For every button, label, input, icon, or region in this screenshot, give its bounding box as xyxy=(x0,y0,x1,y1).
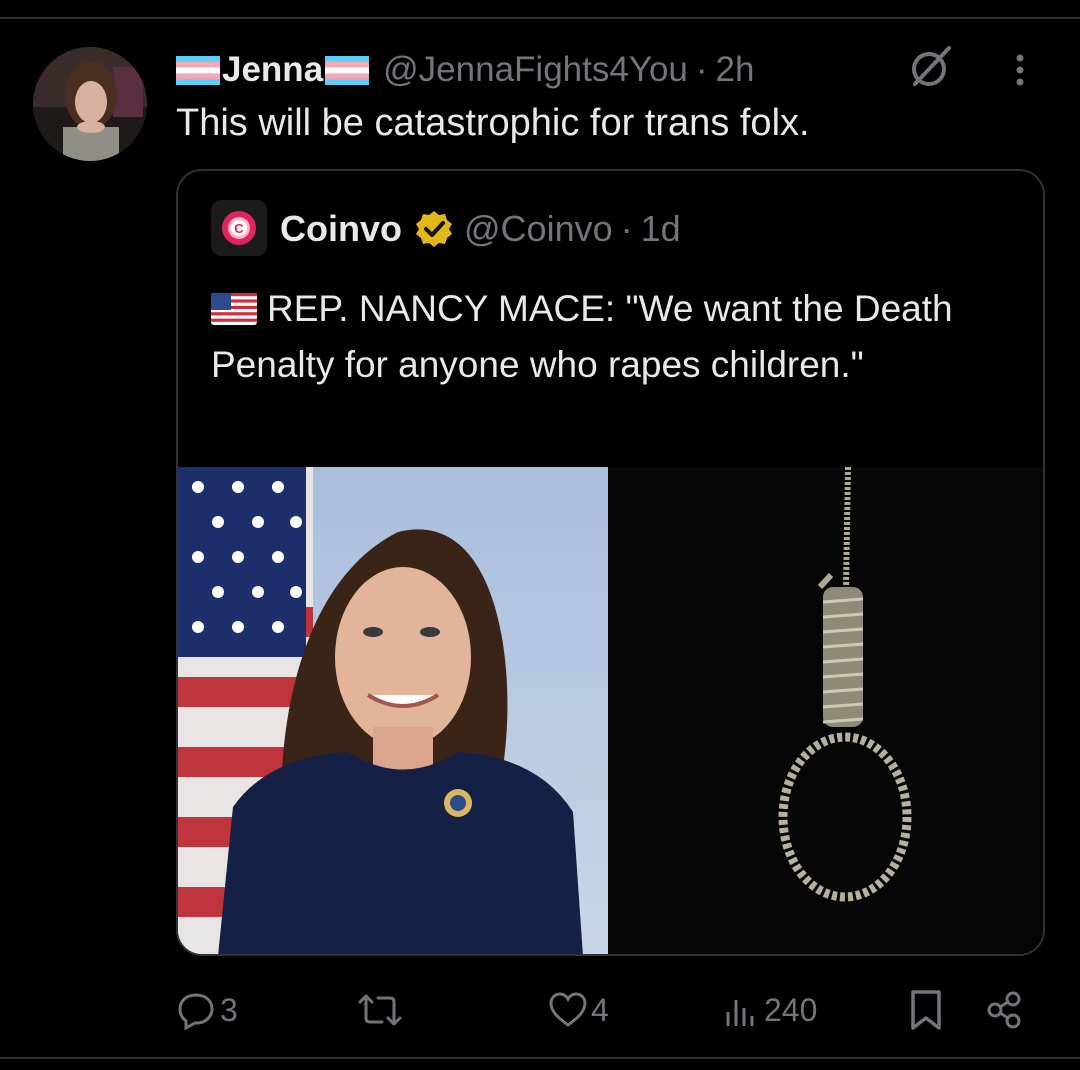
avatar-photo xyxy=(33,47,147,161)
like-count: 4 xyxy=(591,991,609,1028)
share-button[interactable] xyxy=(985,980,1025,1040)
bookmark-icon xyxy=(911,990,941,1030)
quoted-author-name[interactable]: Coinvo xyxy=(280,208,402,250)
author-handle[interactable]: @JennaFights4You xyxy=(383,50,688,90)
trans-flag-icon xyxy=(176,55,220,85)
tweet-header: Jenna @JennaFights4You · 2h xyxy=(176,46,754,94)
like-button[interactable]: 4 xyxy=(547,980,609,1040)
quoted-author-handle[interactable]: @Coinvo xyxy=(464,208,613,250)
timestamp[interactable]: 2h xyxy=(716,50,755,90)
quoted-tweet-text: REP. NANCY MACE: "We want the Death Pena… xyxy=(211,288,953,385)
author-name[interactable]: Jenna xyxy=(222,50,323,90)
bookmark-button[interactable] xyxy=(908,980,944,1040)
tweet-text: This will be catastrophic for trans folx… xyxy=(176,102,810,144)
tweet-actions-bar: 3 4 240 xyxy=(0,980,1080,1040)
quoted-tweet-text-block: REP. NANCY MACE: "We want the Death Pena… xyxy=(211,281,1011,393)
quoted-timestamp[interactable]: 1d xyxy=(641,208,681,250)
bottom-divider xyxy=(0,1057,1080,1059)
grok-icon[interactable] xyxy=(905,42,955,92)
share-icon xyxy=(987,991,1021,1029)
trans-flag-icon xyxy=(325,55,370,85)
portrait-image[interactable] xyxy=(178,467,608,954)
author-avatar[interactable] xyxy=(33,47,147,161)
views-button[interactable]: 240 xyxy=(722,980,817,1040)
coinvo-logo-icon: C xyxy=(211,200,267,256)
portrait-photo xyxy=(178,467,608,954)
svg-text:C: C xyxy=(234,221,244,236)
quoted-tweet-card[interactable]: C Coinvo @Coinvo · 1d REP. NANCY MACE: "… xyxy=(176,169,1045,956)
views-icon xyxy=(726,1000,754,1026)
reply-button[interactable]: 3 xyxy=(176,980,238,1040)
separator-dot: · xyxy=(620,208,633,249)
repost-icon xyxy=(358,994,402,1026)
view-count: 240 xyxy=(764,991,818,1028)
quoted-author-avatar[interactable]: C xyxy=(211,200,267,256)
reply-count: 3 xyxy=(220,991,238,1028)
reply-icon xyxy=(178,993,214,1030)
top-divider xyxy=(0,17,1080,19)
repost-button[interactable] xyxy=(356,980,404,1040)
more-options-icon[interactable] xyxy=(1005,50,1035,90)
verified-badge-icon xyxy=(416,211,452,247)
quoted-tweet-header: Coinvo @Coinvo · 1d xyxy=(280,204,681,254)
heart-icon xyxy=(549,992,587,1027)
noose-photo xyxy=(608,467,1043,954)
separator-dot: · xyxy=(695,50,708,89)
noose-image[interactable] xyxy=(608,467,1043,954)
us-flag-icon xyxy=(211,293,257,325)
